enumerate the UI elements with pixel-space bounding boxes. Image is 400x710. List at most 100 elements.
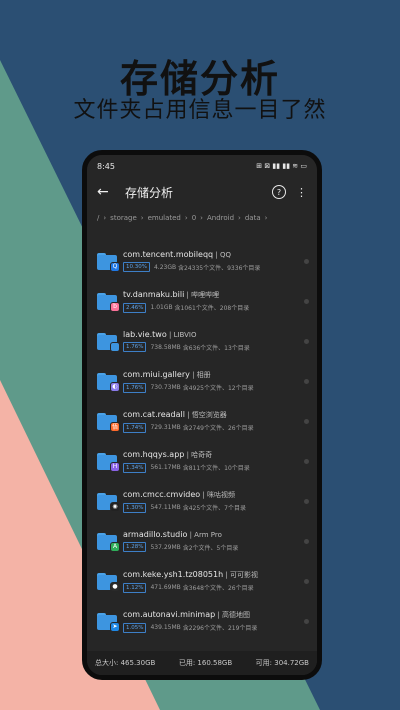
app-icon: A [110,541,120,552]
row-indicator-icon [304,458,309,464]
chevron-right-icon: › [184,214,188,222]
back-arrow-icon[interactable]: ← [97,184,117,200]
folder-size: 439.15MB [150,624,181,631]
folder-row[interactable]: ◉ com.cmcc.cmvideo | 咪咕视频 1.30% 547.11MB… [87,481,317,521]
percent-badge: 2.46% [123,302,147,313]
folder-icon: ● [97,572,120,592]
breadcrumb-segment[interactable]: emulated [148,214,181,222]
app-screen: 8:45 ⊞ ⊠ ▮▮ ▮▮ ≋ ▭ ← 存储分析 ? ⋮ / › storage ›… [87,155,317,675]
folder-icon: H [97,452,120,472]
package-name: com.cat.readall [123,409,185,419]
breadcrumb-segment[interactable]: storage [110,214,137,222]
folder-title: com.hqqys.app | 哈奇奇 [123,449,213,459]
used-size: 已用: 160.58GB [179,658,232,668]
folder-row[interactable]: ➤ com.autonavi.minimap | 高德地图 1.05% 439.… [87,601,317,641]
row-indicator-icon [304,298,309,304]
folder-icon: ◐ [97,372,120,392]
folder-info: com.autonavi.minimap | 高德地图 1.05% 439.15… [123,610,304,633]
folder-title: com.miui.gallery | 相册 [123,369,211,379]
total-size: 总大小: 465.30GB [95,658,155,668]
folder-row[interactable]: lab.vie.two | LIBVIO 1.76% 738.58MB 含636… [87,321,317,361]
folder-counts: 含2个文件、5个目录 [182,544,239,552]
app-name: 哈奇奇 [191,450,213,459]
row-indicator-icon [304,258,309,264]
package-name: com.cmcc.cmvideo [123,489,201,499]
app-name: LIBVIO [173,331,197,339]
folder-counts: 含24335个文件、9336个目录 [178,264,261,272]
used-size-label: 已用: [178,659,196,667]
total-size-value: 465.30GB [120,659,156,667]
row-indicator-icon [304,338,309,344]
folder-info: com.hqqys.app | 哈奇奇 1.34% 561.17MB 含811个… [123,450,304,473]
folder-row[interactable]: b tv.danmaku.bili | 哔哩哔哩 2.46% 1.01GB 含1… [87,281,317,321]
breadcrumb-segment[interactable]: Android [207,214,234,222]
folder-size: 537.29MB [150,543,181,551]
phone-frame: 8:45 ⊞ ⊠ ▮▮ ▮▮ ≋ ▭ ← 存储分析 ? ⋮ / › storage ›… [82,150,322,680]
folder-row[interactable]: H com.hqqys.app | 哈奇奇 1.34% 561.17MB 含81… [87,441,317,481]
folder-size: 729.31MB [150,424,181,431]
promo-subhead: 文件夹占用信息一目了然 [73,98,327,123]
percent-badge: 1.28% [123,542,147,552]
status-time: 8:45 [97,161,115,171]
page-title: 存储分析 [125,185,174,200]
folder-info: com.cmcc.cmvideo | 咪咕视频 1.30% 547.11MB 含… [123,490,304,513]
package-name: com.tencent.mobileqq [123,250,214,259]
breadcrumb-segment[interactable]: 0 [192,214,196,222]
breadcrumb-segment[interactable]: / [97,214,99,222]
help-icon[interactable]: ? [272,185,286,199]
folder-size: 4.23GB [153,263,177,271]
folder-counts: 含811个文件、10个目录 [182,465,250,472]
folder-list: Q com.tencent.mobileqq | QQ 10.30% 4.23G… [87,241,317,651]
app-name: 高德地图 [222,610,250,619]
package-name: tv.danmaku.bili [123,289,185,299]
row-indicator-icon [304,498,309,504]
app-icon: ● [110,581,120,592]
folder-row[interactable]: com.changyou.app.qi | 777影视 [87,641,317,651]
folder-counts: 含636个文件、13个目录 [182,344,250,352]
folder-icon: 悟 [97,412,120,432]
percent-badge: 1.74% [123,422,147,433]
breadcrumb-segment[interactable]: data [245,214,261,222]
folder-row[interactable]: ◐ com.miui.gallery | 相册 1.76% 730.73MB 含… [87,361,317,401]
folder-title: com.tencent.mobileqq | QQ [123,250,231,259]
folder-title: com.keke.ysh1.tz08051h | 可可影视 [123,569,258,579]
folder-stats: 1.30% 547.11MB 含425个文件、7个目录 [123,502,304,513]
folder-counts: 含4925个文件、12个目录 [182,385,254,392]
app-icon: Q [110,261,120,272]
chevron-right-icon: › [140,214,144,222]
app-icon: ◐ [110,381,120,392]
folder-title: lab.vie.two | LIBVIO [123,330,197,339]
app-name: Arm Pro [194,531,222,539]
app-name: QQ [219,251,231,259]
folder-row[interactable]: 悟 com.cat.readall | 悟空浏览器 1.74% 729.31MB… [87,401,317,441]
app-name: 悟空浏览器 [191,410,227,419]
breadcrumb: / › storage › emulated › 0 › Android › data › [87,207,317,229]
app-icon: H [110,461,120,472]
folder-info: tv.danmaku.bili | 哔哩哔哩 2.46% 1.01GB 含106… [123,290,304,313]
package-name: com.hqqys.app [123,449,185,459]
storage-summary-bar: 总大小: 465.30GB 已用: 160.58GB 可用: 304.72GB [87,651,317,675]
percent-badge: 1.05% [123,622,147,633]
folder-icon: ◉ [97,492,120,512]
folder-counts: 含3648个文件、26个目录 [182,585,254,592]
package-name: com.keke.ysh1.tz08051h [123,569,224,579]
folder-row[interactable]: Q com.tencent.mobileqq | QQ 10.30% 4.23G… [87,241,317,281]
folder-stats: 1.12% 471.69MB 含3648个文件、26个目录 [123,582,304,593]
status-icons: ⊞ ⊠ ▮▮ ▮▮ ≋ ▭ [256,162,307,170]
chevron-right-icon: › [103,214,107,222]
folder-info: com.keke.ysh1.tz08051h | 可可影视 1.12% 471.… [123,570,304,593]
status-bar: 8:45 ⊞ ⊠ ▮▮ ▮▮ ≋ ▭ [87,155,317,177]
folder-row[interactable]: ● com.keke.ysh1.tz08051h | 可可影视 1.12% 47… [87,561,317,601]
folder-counts: 含2749个文件、26个目录 [182,425,254,432]
more-menu-icon[interactable]: ⋮ [296,186,307,199]
row-indicator-icon [304,378,309,384]
folder-size: 738.58MB [150,343,181,351]
row-indicator-icon [304,418,309,424]
row-indicator-icon [304,618,309,624]
chevron-right-icon: › [264,214,268,222]
folder-info: lab.vie.two | LIBVIO 1.76% 738.58MB 含636… [123,330,304,352]
folder-row[interactable]: A armadillo.studio | Arm Pro 1.28% 537.2… [87,521,317,561]
folder-title: armadillo.studio | Arm Pro [123,530,222,539]
folder-stats: 10.30% 4.23GB 含24335个文件、9336个目录 [123,262,304,272]
package-name: lab.vie.two [123,330,167,339]
